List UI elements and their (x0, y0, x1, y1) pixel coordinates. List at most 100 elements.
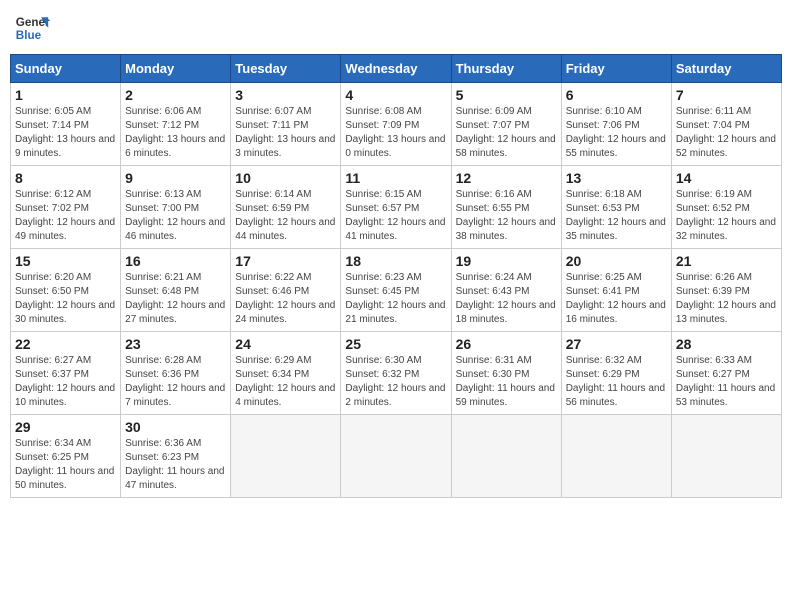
day-info: Sunrise: 6:22 AM Sunset: 6:46 PM Dayligh… (235, 271, 336, 327)
col-header-monday: Monday (121, 55, 231, 83)
day-info: Sunrise: 6:25 AM Sunset: 6:41 PM Dayligh… (566, 271, 667, 327)
day-cell (451, 415, 561, 498)
day-number: 23 (125, 336, 226, 352)
day-cell: 16 Sunrise: 6:21 AM Sunset: 6:48 PM Dayl… (121, 249, 231, 332)
day-info: Sunrise: 6:07 AM Sunset: 7:11 PM Dayligh… (235, 105, 336, 161)
day-cell: 2 Sunrise: 6:06 AM Sunset: 7:12 PM Dayli… (121, 83, 231, 166)
day-cell: 14 Sunrise: 6:19 AM Sunset: 6:52 PM Dayl… (671, 166, 781, 249)
day-number: 2 (125, 87, 226, 103)
day-number: 13 (566, 170, 667, 186)
day-cell: 4 Sunrise: 6:08 AM Sunset: 7:09 PM Dayli… (341, 83, 451, 166)
day-cell: 28 Sunrise: 6:33 AM Sunset: 6:27 PM Dayl… (671, 332, 781, 415)
logo-icon: General Blue (14, 10, 50, 46)
day-number: 1 (15, 87, 116, 103)
day-info: Sunrise: 6:05 AM Sunset: 7:14 PM Dayligh… (15, 105, 116, 161)
day-info: Sunrise: 6:24 AM Sunset: 6:43 PM Dayligh… (456, 271, 557, 327)
day-info: Sunrise: 6:29 AM Sunset: 6:34 PM Dayligh… (235, 354, 336, 410)
day-info: Sunrise: 6:16 AM Sunset: 6:55 PM Dayligh… (456, 188, 557, 244)
day-cell: 29 Sunrise: 6:34 AM Sunset: 6:25 PM Dayl… (11, 415, 121, 498)
day-number: 11 (345, 170, 446, 186)
day-number: 21 (676, 253, 777, 269)
day-cell: 15 Sunrise: 6:20 AM Sunset: 6:50 PM Dayl… (11, 249, 121, 332)
week-row-2: 8 Sunrise: 6:12 AM Sunset: 7:02 PM Dayli… (11, 166, 782, 249)
day-info: Sunrise: 6:23 AM Sunset: 6:45 PM Dayligh… (345, 271, 446, 327)
day-cell: 10 Sunrise: 6:14 AM Sunset: 6:59 PM Dayl… (231, 166, 341, 249)
day-number: 27 (566, 336, 667, 352)
day-cell: 24 Sunrise: 6:29 AM Sunset: 6:34 PM Dayl… (231, 332, 341, 415)
logo: General Blue (14, 10, 50, 46)
day-cell: 6 Sunrise: 6:10 AM Sunset: 7:06 PM Dayli… (561, 83, 671, 166)
day-cell: 20 Sunrise: 6:25 AM Sunset: 6:41 PM Dayl… (561, 249, 671, 332)
day-info: Sunrise: 6:27 AM Sunset: 6:37 PM Dayligh… (15, 354, 116, 410)
day-info: Sunrise: 6:11 AM Sunset: 7:04 PM Dayligh… (676, 105, 777, 161)
week-row-4: 22 Sunrise: 6:27 AM Sunset: 6:37 PM Dayl… (11, 332, 782, 415)
day-info: Sunrise: 6:19 AM Sunset: 6:52 PM Dayligh… (676, 188, 777, 244)
col-header-sunday: Sunday (11, 55, 121, 83)
week-row-5: 29 Sunrise: 6:34 AM Sunset: 6:25 PM Dayl… (11, 415, 782, 498)
day-number: 12 (456, 170, 557, 186)
day-cell: 27 Sunrise: 6:32 AM Sunset: 6:29 PM Dayl… (561, 332, 671, 415)
week-row-1: 1 Sunrise: 6:05 AM Sunset: 7:14 PM Dayli… (11, 83, 782, 166)
day-cell (561, 415, 671, 498)
day-cell: 11 Sunrise: 6:15 AM Sunset: 6:57 PM Dayl… (341, 166, 451, 249)
day-info: Sunrise: 6:13 AM Sunset: 7:00 PM Dayligh… (125, 188, 226, 244)
day-info: Sunrise: 6:08 AM Sunset: 7:09 PM Dayligh… (345, 105, 446, 161)
day-number: 16 (125, 253, 226, 269)
day-number: 20 (566, 253, 667, 269)
day-number: 25 (345, 336, 446, 352)
day-info: Sunrise: 6:12 AM Sunset: 7:02 PM Dayligh… (15, 188, 116, 244)
day-cell: 12 Sunrise: 6:16 AM Sunset: 6:55 PM Dayl… (451, 166, 561, 249)
day-number: 9 (125, 170, 226, 186)
day-number: 29 (15, 419, 116, 435)
day-info: Sunrise: 6:21 AM Sunset: 6:48 PM Dayligh… (125, 271, 226, 327)
day-cell: 22 Sunrise: 6:27 AM Sunset: 6:37 PM Dayl… (11, 332, 121, 415)
day-cell: 5 Sunrise: 6:09 AM Sunset: 7:07 PM Dayli… (451, 83, 561, 166)
day-info: Sunrise: 6:09 AM Sunset: 7:07 PM Dayligh… (456, 105, 557, 161)
day-cell: 21 Sunrise: 6:26 AM Sunset: 6:39 PM Dayl… (671, 249, 781, 332)
day-cell: 8 Sunrise: 6:12 AM Sunset: 7:02 PM Dayli… (11, 166, 121, 249)
day-info: Sunrise: 6:31 AM Sunset: 6:30 PM Dayligh… (456, 354, 557, 410)
day-number: 8 (15, 170, 116, 186)
day-info: Sunrise: 6:34 AM Sunset: 6:25 PM Dayligh… (15, 437, 116, 493)
day-cell: 19 Sunrise: 6:24 AM Sunset: 6:43 PM Dayl… (451, 249, 561, 332)
day-number: 7 (676, 87, 777, 103)
col-header-wednesday: Wednesday (341, 55, 451, 83)
day-info: Sunrise: 6:30 AM Sunset: 6:32 PM Dayligh… (345, 354, 446, 410)
day-info: Sunrise: 6:06 AM Sunset: 7:12 PM Dayligh… (125, 105, 226, 161)
day-number: 10 (235, 170, 336, 186)
day-info: Sunrise: 6:36 AM Sunset: 6:23 PM Dayligh… (125, 437, 226, 493)
day-number: 28 (676, 336, 777, 352)
day-info: Sunrise: 6:20 AM Sunset: 6:50 PM Dayligh… (15, 271, 116, 327)
page-header: General Blue (10, 10, 782, 46)
day-number: 22 (15, 336, 116, 352)
day-info: Sunrise: 6:15 AM Sunset: 6:57 PM Dayligh… (345, 188, 446, 244)
day-info: Sunrise: 6:18 AM Sunset: 6:53 PM Dayligh… (566, 188, 667, 244)
day-number: 15 (15, 253, 116, 269)
week-row-3: 15 Sunrise: 6:20 AM Sunset: 6:50 PM Dayl… (11, 249, 782, 332)
day-number: 6 (566, 87, 667, 103)
svg-text:Blue: Blue (16, 29, 42, 42)
day-cell (341, 415, 451, 498)
day-cell (231, 415, 341, 498)
day-cell: 30 Sunrise: 6:36 AM Sunset: 6:23 PM Dayl… (121, 415, 231, 498)
day-info: Sunrise: 6:28 AM Sunset: 6:36 PM Dayligh… (125, 354, 226, 410)
day-number: 18 (345, 253, 446, 269)
day-number: 17 (235, 253, 336, 269)
day-info: Sunrise: 6:14 AM Sunset: 6:59 PM Dayligh… (235, 188, 336, 244)
day-info: Sunrise: 6:10 AM Sunset: 7:06 PM Dayligh… (566, 105, 667, 161)
day-cell: 25 Sunrise: 6:30 AM Sunset: 6:32 PM Dayl… (341, 332, 451, 415)
day-cell: 3 Sunrise: 6:07 AM Sunset: 7:11 PM Dayli… (231, 83, 341, 166)
day-cell: 23 Sunrise: 6:28 AM Sunset: 6:36 PM Dayl… (121, 332, 231, 415)
day-number: 3 (235, 87, 336, 103)
day-info: Sunrise: 6:26 AM Sunset: 6:39 PM Dayligh… (676, 271, 777, 327)
day-number: 24 (235, 336, 336, 352)
day-number: 14 (676, 170, 777, 186)
day-info: Sunrise: 6:32 AM Sunset: 6:29 PM Dayligh… (566, 354, 667, 410)
day-number: 19 (456, 253, 557, 269)
day-info: Sunrise: 6:33 AM Sunset: 6:27 PM Dayligh… (676, 354, 777, 410)
day-cell: 17 Sunrise: 6:22 AM Sunset: 6:46 PM Dayl… (231, 249, 341, 332)
day-cell: 7 Sunrise: 6:11 AM Sunset: 7:04 PM Dayli… (671, 83, 781, 166)
col-header-friday: Friday (561, 55, 671, 83)
calendar-table: SundayMondayTuesdayWednesdayThursdayFrid… (10, 54, 782, 498)
day-cell: 1 Sunrise: 6:05 AM Sunset: 7:14 PM Dayli… (11, 83, 121, 166)
